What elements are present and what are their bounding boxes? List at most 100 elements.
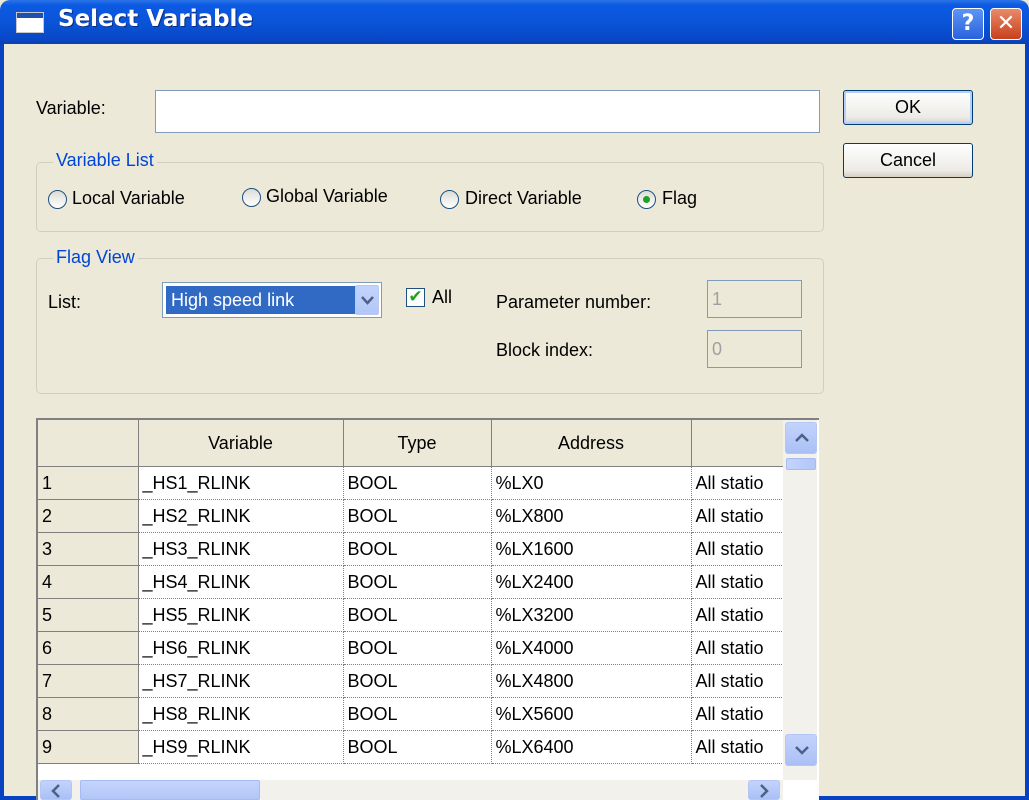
dropdown-arrow-icon[interactable] [355, 285, 379, 315]
table-row[interactable]: 4 _HS4_RLINK BOOL %LX2400 All statio [38, 565, 792, 599]
help-button[interactable]: ? [952, 8, 984, 40]
cell-type[interactable]: BOOL [343, 466, 492, 500]
cell-description[interactable]: All statio [691, 565, 792, 599]
list-dropdown-value: High speed link [166, 286, 356, 314]
scroll-left-icon[interactable] [40, 780, 72, 800]
cell-type[interactable]: BOOL [343, 598, 492, 632]
cell-address[interactable]: %LX4000 [491, 631, 692, 665]
cell-description[interactable]: All statio [691, 631, 792, 665]
window-frame-right [1025, 44, 1029, 800]
cell-type[interactable]: BOOL [343, 499, 492, 533]
radio-local-variable[interactable] [48, 190, 67, 209]
table-row[interactable]: 3 _HS3_RLINK BOOL %LX1600 All statio [38, 532, 792, 566]
list-dropdown[interactable]: High speed link [162, 282, 382, 318]
window-icon [16, 12, 44, 33]
radio-flag[interactable] [637, 190, 656, 209]
row-number: 1 [38, 466, 139, 500]
scroll-right-icon[interactable] [748, 780, 780, 800]
block-index-field: 0 [707, 330, 802, 368]
cell-address[interactable]: %LX1600 [491, 532, 692, 566]
cell-description[interactable]: All statio [691, 730, 792, 764]
variable-input[interactable] [155, 90, 820, 133]
cell-address[interactable]: %LX0 [491, 466, 692, 500]
parameter-number-field: 1 [707, 280, 802, 318]
block-index-label: Block index: [496, 340, 594, 360]
table-row[interactable]: 8 _HS8_RLINK BOOL %LX5600 All statio [38, 697, 792, 731]
flag-view-legend: Flag View [53, 247, 138, 268]
row-number: 3 [38, 532, 139, 566]
variable-label: Variable: [36, 98, 106, 118]
radio-direct-variable-label[interactable]: Direct Variable [465, 188, 582, 209]
row-number: 9 [38, 730, 139, 764]
cell-address[interactable]: %LX800 [491, 499, 692, 533]
variable-table: Variable Type Address 1 _HS1_RLINK BOOL %LX… [38, 420, 792, 764]
flag-view-group [36, 258, 824, 394]
cell-type[interactable]: BOOL [343, 565, 492, 599]
cell-variable[interactable]: _HS4_RLINK [138, 565, 344, 599]
scroll-down-icon[interactable] [785, 734, 817, 766]
header-address[interactable]: Address [491, 420, 692, 467]
row-number: 5 [38, 598, 139, 632]
row-number: 6 [38, 631, 139, 665]
radio-direct-variable[interactable] [440, 190, 459, 209]
cell-address[interactable]: %LX2400 [491, 565, 692, 599]
radio-global-variable[interactable] [242, 188, 261, 207]
header-row-number [38, 420, 139, 467]
window-title: Select Variable [58, 6, 254, 32]
row-number: 7 [38, 664, 139, 698]
variable-grid[interactable]: Variable Type Address 1 _HS1_RLINK BOOL %LX… [36, 418, 819, 800]
radio-global-variable-label[interactable]: Global Variable [266, 186, 388, 207]
table-row[interactable]: 5 _HS5_RLINK BOOL %LX3200 All statio [38, 598, 792, 632]
header-variable[interactable]: Variable [138, 420, 344, 467]
cancel-button[interactable]: Cancel [843, 143, 973, 178]
cell-variable[interactable]: _HS6_RLINK [138, 631, 344, 665]
radio-flag-label[interactable]: Flag [662, 188, 697, 209]
cell-description[interactable]: All statio [691, 598, 792, 632]
cell-variable[interactable]: _HS9_RLINK [138, 730, 344, 764]
cell-type[interactable]: BOOL [343, 730, 492, 764]
row-number: 4 [38, 565, 139, 599]
all-checkbox[interactable]: ✔ [406, 288, 425, 307]
table-row[interactable]: 1 _HS1_RLINK BOOL %LX0 All statio [38, 466, 792, 500]
cell-address[interactable]: %LX3200 [491, 598, 692, 632]
table-row[interactable]: 9 _HS9_RLINK BOOL %LX6400 All statio [38, 730, 792, 764]
header-description[interactable] [691, 420, 792, 467]
cell-address[interactable]: %LX4800 [491, 664, 692, 698]
vertical-scrollbar[interactable] [783, 420, 817, 780]
table-row[interactable]: 6 _HS6_RLINK BOOL %LX4000 All statio [38, 631, 792, 665]
title-bar: Select Variable ? ✕ [0, 0, 1029, 44]
ok-button[interactable]: OK [843, 90, 973, 125]
all-checkbox-label[interactable]: All [432, 287, 452, 308]
cell-description[interactable]: All statio [691, 466, 792, 500]
table-header-row: Variable Type Address [38, 420, 792, 467]
cell-description[interactable]: All statio [691, 697, 792, 731]
table-row[interactable]: 7 _HS7_RLINK BOOL %LX4800 All statio [38, 664, 792, 698]
cell-type[interactable]: BOOL [343, 532, 492, 566]
cell-variable[interactable]: _HS7_RLINK [138, 664, 344, 698]
row-number: 2 [38, 499, 139, 533]
cell-address[interactable]: %LX5600 [491, 697, 692, 731]
cell-type[interactable]: BOOL [343, 697, 492, 731]
checkmark-icon: ✔ [408, 287, 423, 307]
scroll-up-icon[interactable] [785, 422, 817, 454]
window-frame-left [0, 44, 4, 800]
cell-variable[interactable]: _HS2_RLINK [138, 499, 344, 533]
table-row[interactable]: 2 _HS2_RLINK BOOL %LX800 All statio [38, 499, 792, 533]
cell-variable[interactable]: _HS3_RLINK [138, 532, 344, 566]
cell-description[interactable]: All statio [691, 532, 792, 566]
cell-description[interactable]: All statio [691, 664, 792, 698]
horizontal-scroll-thumb[interactable] [80, 780, 260, 800]
cell-type[interactable]: BOOL [343, 631, 492, 665]
cell-variable[interactable]: _HS1_RLINK [138, 466, 344, 500]
cell-variable[interactable]: _HS8_RLINK [138, 697, 344, 731]
header-type[interactable]: Type [343, 420, 492, 467]
cell-variable[interactable]: _HS5_RLINK [138, 598, 344, 632]
radio-local-variable-label[interactable]: Local Variable [72, 188, 185, 209]
list-label: List: [48, 292, 82, 312]
cell-type[interactable]: BOOL [343, 664, 492, 698]
parameter-number-label: Parameter number: [496, 292, 652, 312]
cell-description[interactable]: All statio [691, 499, 792, 533]
close-button[interactable]: ✕ [990, 8, 1022, 40]
cell-address[interactable]: %LX6400 [491, 730, 692, 764]
vertical-scroll-thumb[interactable] [786, 458, 816, 470]
